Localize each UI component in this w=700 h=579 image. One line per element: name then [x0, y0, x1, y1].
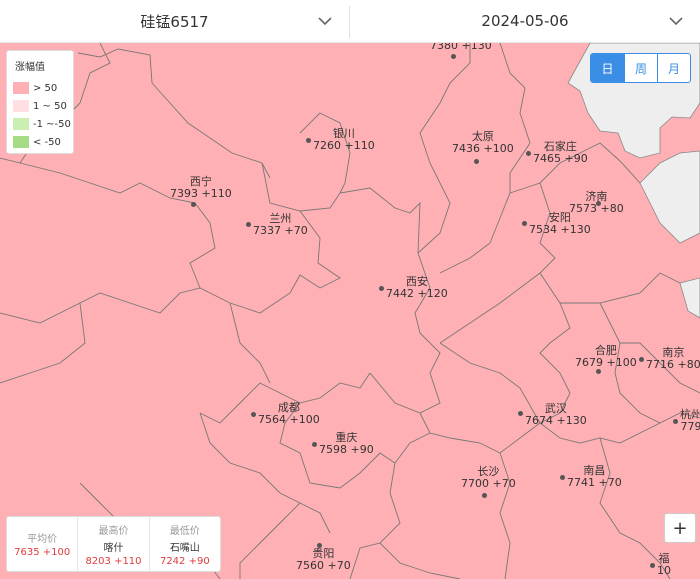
avg-price-value: 7635 +100 [14, 547, 71, 558]
legend-swatch [13, 100, 29, 112]
city-price: 7716 +80 [646, 358, 700, 371]
max-price-value: 8203 +110 [85, 555, 142, 567]
price-summary: 平均价 7635 +100 最高价 喀什 8203 +110 最低价 石嘴山 7… [6, 516, 221, 572]
max-price-city: 喀什 [103, 542, 124, 554]
city-price: 7442 +120 [386, 287, 448, 300]
header-bar: 硅锰6517 2024-05-06 [0, 0, 700, 43]
city-dot [251, 412, 256, 417]
city-dot [482, 493, 487, 498]
city-dot [650, 563, 655, 568]
city-price: 7436 +100 [452, 142, 514, 155]
city-dot [526, 151, 531, 156]
legend-label: < -50 [33, 136, 61, 148]
city-price: 7700 +70 [461, 477, 516, 490]
city-dot [306, 138, 311, 143]
city-dot [191, 202, 196, 207]
period-toggle: 日 周 月 [590, 53, 691, 83]
legend-item[interactable]: -1 ~-50 [13, 117, 71, 131]
city-dot [312, 442, 317, 447]
city-price: 7679 +100 [575, 356, 637, 369]
city-price: 7260 +110 [313, 139, 375, 152]
city-price: 7465 +90 [533, 152, 588, 165]
legend-title: 涨幅值 [15, 62, 45, 73]
legend-item[interactable]: > 50 [13, 81, 57, 95]
legend-swatch [13, 82, 29, 94]
city-dot [673, 419, 678, 424]
product-select[interactable]: 硅锰6517 [0, 0, 349, 42]
period-month-button[interactable]: 月 [657, 54, 690, 82]
city-price: 7393 +110 [170, 187, 232, 200]
city-dot [246, 222, 251, 227]
avg-price-cell: 平均价 7635 +100 [7, 517, 77, 571]
legend-swatch [13, 118, 29, 130]
legend-label: -1 ~-50 [33, 118, 71, 130]
max-price-cell: 最高价 喀什 8203 +110 [77, 517, 148, 571]
min-price-city: 石嘴山 [169, 542, 200, 554]
city-dot [451, 54, 456, 59]
city-price: 7598 +90 [319, 443, 374, 456]
min-price-cell: 最低价 石嘴山 7242 +90 [148, 517, 220, 571]
min-price-label: 最低价 [169, 525, 200, 537]
city-price: 7337 +70 [253, 224, 308, 237]
city-price: 10 [657, 564, 671, 577]
chevron-down-icon [318, 17, 332, 26]
city-price: 7741 +70 [567, 476, 622, 489]
avg-price-label: 平均价 [27, 534, 58, 545]
city-dot [639, 357, 644, 362]
period-week-button[interactable]: 周 [624, 54, 657, 82]
province-boundaries [0, 43, 700, 579]
legend-item[interactable]: < -50 [13, 135, 61, 149]
product-label: 硅锰6517 [140, 12, 209, 31]
city-dot [518, 411, 523, 416]
date-label: 2024-05-06 [481, 12, 569, 30]
city-dot [522, 221, 527, 226]
city-dot [596, 369, 601, 374]
city-price: 779 [680, 420, 700, 433]
city-price: 7674 +130 [525, 414, 587, 427]
city-dot [379, 286, 384, 291]
city-price: 7380 +130 [430, 43, 492, 52]
legend-label: > 50 [33, 82, 58, 94]
legend-label: 1 ~ 50 [33, 100, 67, 112]
zoom-in-button[interactable]: + [664, 513, 696, 543]
max-price-label: 最高价 [98, 525, 129, 537]
min-price-value: 7242 +90 [159, 555, 210, 567]
legend-item[interactable]: 1 ~ 50 [13, 99, 67, 113]
legend-swatch [13, 136, 29, 148]
legend: 涨幅值 > 50 1 ~ 50 -1 ~-50 < -50 [6, 50, 74, 154]
price-map[interactable]: 7380 +130 银川 7260 +110 太原 7436 +100 石家庄 7465 +… [0, 43, 700, 579]
period-day-button[interactable]: 日 [591, 54, 624, 82]
city-dot [560, 475, 565, 480]
city-price: 7564 +100 [258, 413, 320, 426]
city-price: 7534 +130 [529, 223, 591, 236]
city-price: 7560 +70 [296, 559, 351, 572]
city-dot [474, 159, 479, 164]
date-select[interactable]: 2024-05-06 [350, 0, 700, 42]
chevron-down-icon [669, 17, 683, 26]
